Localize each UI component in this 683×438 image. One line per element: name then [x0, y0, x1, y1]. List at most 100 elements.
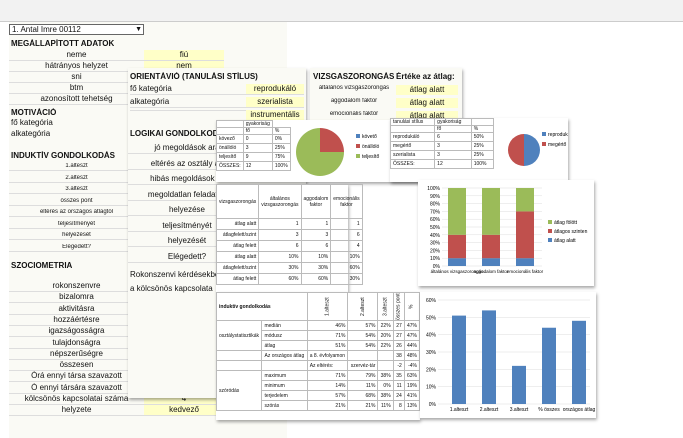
- table-cell: teljesítő: [216, 152, 244, 162]
- table-header: %: [470, 125, 495, 133]
- y-tick-label: 100%: [427, 186, 440, 192]
- table-cell: 10%: [258, 251, 302, 263]
- table-cell: maximum: [261, 370, 308, 381]
- y-tick-label: 60%: [426, 298, 437, 304]
- inductive-item: helyezését: [9, 232, 144, 240]
- y-tick-label: 80%: [430, 202, 441, 208]
- table-cell: terjedelem: [261, 390, 308, 401]
- legend-swatch: [548, 238, 552, 242]
- table-cell: Az országos átlag: [261, 350, 308, 361]
- table-cell: 26: [392, 340, 405, 351]
- table-cell: kövező: [216, 134, 244, 144]
- orientation-value: szerialista: [246, 97, 304, 108]
- table-cell: 60%: [330, 262, 363, 274]
- legend-label: önállóló: [362, 144, 379, 150]
- table-cell: 30%: [330, 273, 363, 285]
- table-cell: szervéz-tár: [347, 360, 379, 371]
- table-cell: 19%: [403, 380, 421, 391]
- table-cell: 12: [434, 159, 472, 169]
- table-cell: 48%: [403, 350, 421, 361]
- inductive-item: összes pont: [9, 198, 144, 206]
- table-cell: 35: [392, 370, 405, 381]
- table-header: fő: [242, 127, 273, 135]
- table-cell: 63%: [403, 370, 421, 381]
- inductive-title: INDUKTÍV GONDOLKODÁS: [11, 151, 115, 160]
- sociometry-item: kölcsönös kapcsolatai száma: [9, 394, 144, 405]
- y-tick-label: 50%: [426, 315, 437, 321]
- sociometry-item: Órá ennyi társa szavazott: [9, 371, 144, 383]
- table-header: gyakoriság: [434, 118, 472, 126]
- table-cell: 27: [392, 320, 405, 331]
- table-header: [216, 127, 244, 135]
- table-cell: 3: [242, 143, 273, 153]
- group-label: osztálystatisztikák: [215, 320, 263, 351]
- y-tick-label: 50%: [430, 225, 441, 231]
- table-header: 2.alteszt: [347, 292, 378, 321]
- sociometry-item: hozzáértésre: [9, 315, 144, 326]
- x-tick-label: 1.alteszt: [450, 407, 469, 413]
- motivation-title: MOTIVÁCIÓ: [11, 108, 57, 117]
- table-cell: 9: [242, 152, 273, 162]
- motivation-sub: alkategória: [11, 129, 51, 138]
- legend-swatch: [356, 134, 360, 138]
- data-label: hátrányos helyzet: [9, 61, 144, 72]
- bar-segment: [482, 258, 500, 266]
- table-cell: 71%: [306, 330, 349, 341]
- table-cell: 22%: [377, 320, 394, 331]
- sociometry-title: SZOCIOMETRIA: [11, 261, 73, 270]
- table-cell: 21%: [306, 400, 349, 411]
- table-cell: 0%: [271, 134, 291, 144]
- x-tick-label: emocionális faktor: [507, 269, 544, 274]
- data-label: btm: [9, 83, 144, 94]
- table-cell: Az eltérés:: [306, 360, 349, 371]
- vizsga-label: aggodalom faktor: [330, 98, 378, 104]
- table-cell: 22%: [377, 340, 394, 351]
- table-cell: 10%: [330, 251, 363, 263]
- table-header: 3.alteszt: [377, 292, 394, 321]
- mutual-title: a kölcsönös kapcsolata: [130, 284, 213, 293]
- pie-slice: [524, 134, 540, 166]
- table-cell: átlag: [261, 340, 308, 351]
- induktiv-sheet: induktív gondolkodás 1.alteszt 2.alteszt 3.…: [215, 292, 421, 420]
- table-cell: 71%: [306, 370, 349, 381]
- table-cell: 38: [392, 350, 405, 361]
- table-header: %: [404, 292, 420, 321]
- table-cell: 3: [434, 150, 472, 160]
- table-cell: 57%: [347, 320, 379, 331]
- table-cell: 14%: [306, 380, 349, 391]
- table-cell: 25%: [271, 143, 291, 153]
- table-cell: szerialista: [389, 150, 436, 160]
- table-cell: 68%: [347, 390, 379, 401]
- table-cell: átlag alatt: [215, 218, 260, 230]
- chevron-down-icon[interactable]: ▼: [135, 25, 142, 34]
- table-cell: 8: [392, 400, 405, 411]
- table-cell: 44%: [403, 340, 421, 351]
- table-cell: átlag felett: [215, 240, 260, 252]
- sociometry-item: helyzete: [9, 405, 144, 417]
- legend-label: megértő: [548, 142, 567, 148]
- table-cell: -2: [392, 360, 405, 371]
- table-cell: módusz: [261, 330, 308, 341]
- x-tick-label: aggodalom faktor: [474, 269, 509, 274]
- section-title-data: MEGÁLLAPÍTOTT ADATOK: [11, 39, 115, 48]
- table-cell: -4%: [403, 360, 421, 371]
- vizsga-value: átlag alatt: [396, 98, 458, 108]
- table-cell: 11: [392, 380, 405, 391]
- legend-swatch: [542, 142, 546, 146]
- table-cell: 41%: [403, 390, 421, 401]
- table-header: általános vizsgaszorongás: [258, 184, 302, 219]
- table-cell: 54%: [347, 340, 379, 351]
- table-header: fő: [434, 125, 472, 133]
- table-header: gyakoriság: [242, 120, 273, 128]
- table-cell: 60%: [258, 273, 302, 285]
- table-cell: 46%: [306, 320, 349, 331]
- table-cell: ÖSSZES:: [389, 159, 436, 169]
- sociometry-item: összesen: [9, 360, 144, 372]
- table-cell: 6: [434, 132, 472, 142]
- group-label: szóródás: [215, 370, 263, 411]
- bar-segment: [482, 188, 500, 235]
- student-selector[interactable]: 1. Antal Imre 00112 ▼: [9, 24, 144, 35]
- y-tick-label: 70%: [430, 209, 441, 215]
- data-label: neme: [9, 50, 144, 61]
- table-cell: 0: [242, 134, 273, 144]
